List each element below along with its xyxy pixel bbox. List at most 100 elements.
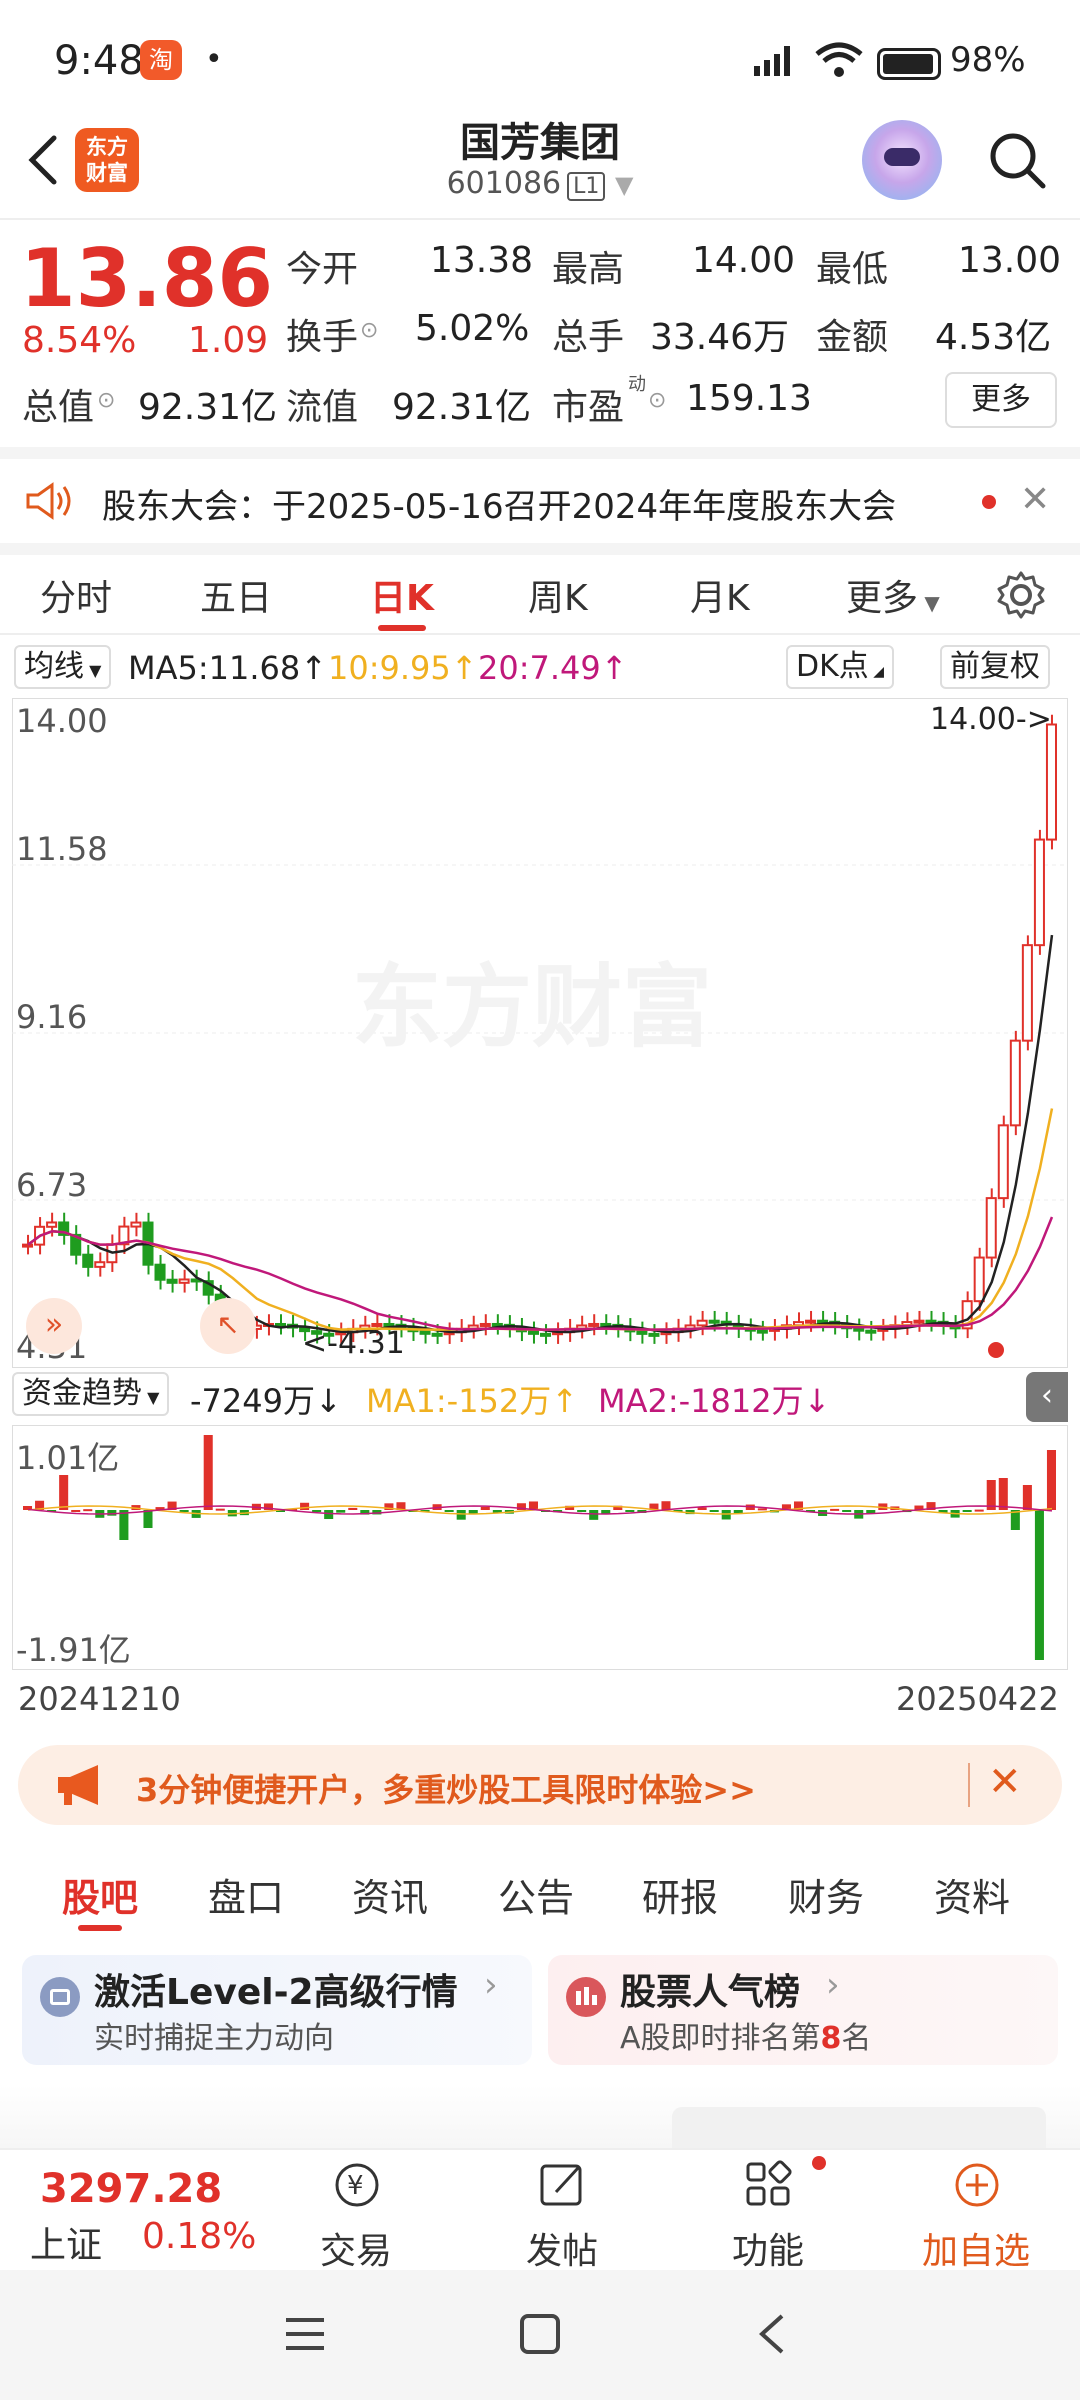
notice-text: 股东大会：于2025-05-16召开2024年年度股东大会 [102,487,897,527]
badge-dot [812,2156,826,2170]
battery-percent: 98% [950,40,1026,80]
candle [431,1332,443,1337]
ma-selector[interactable]: 均线 ▼ [14,645,112,689]
menu-icon[interactable] [282,2314,328,2354]
flow-bar [1046,1450,1056,1510]
sort-toggle[interactable] [672,2107,1046,2148]
candle [985,1197,997,1259]
popularity-card[interactable]: 股票人气榜 › A股即时排名第8名 [548,1955,1058,2065]
tab-profile[interactable]: 资料 [934,1867,1010,1922]
flow-bar [709,1510,719,1512]
flow-bar [974,1509,984,1512]
flow-bar [842,1510,852,1512]
divider [0,447,1080,459]
candle [82,1253,94,1268]
dk-point-selector[interactable]: DK点 ◢ [786,645,894,689]
capital-flow-chart[interactable]: 1.01亿 -1.91亿 [11,1424,1069,1671]
high-label: 最高 [552,249,625,290]
info-icon[interactable]: ⊙ [97,388,115,413]
nav-post[interactable]: 发帖 [492,2150,632,2272]
candle [708,1319,720,1324]
level2-sub: 实时捕捉主力动向 [94,2021,334,2056]
low-value: 13.00 [958,240,1062,281]
candle [154,1263,166,1281]
flow-bar [143,1510,153,1528]
candle [648,1332,660,1337]
promo-text: 3分钟便捷开户，多重炒股工具限时体验>> [136,1771,756,1809]
tab-more[interactable]: 更多 ▼ [846,569,940,621]
flow-selector[interactable]: 资金趋势 ▼ [12,1372,170,1416]
current-price: 13.86 [20,232,274,325]
flow-bar [203,1435,213,1510]
tab-announcement[interactable]: 公告 [498,1867,574,1922]
flow-value-text: -7249万 [190,1382,315,1420]
float-cap-label: 流值 [286,387,359,428]
date-end: 20250422 [896,1680,1059,1718]
tab-five-day[interactable]: 五日 [200,569,272,621]
popularity-rank: 8 [820,2021,842,2056]
nav-post-label: 发帖 [525,2231,598,2272]
amount-value: 4.53亿 [935,317,1052,358]
nav-trade[interactable]: ¥ 交易 [286,2150,426,2272]
tab-news[interactable]: 资讯 [352,1867,428,1922]
flow-bar [83,1509,93,1512]
adjustment-selector[interactable]: 前复权 [940,645,1050,689]
pe-label: 市盈 [552,387,625,428]
grid-icon [746,2160,792,2206]
ma-selector-label: 均线 [24,649,84,684]
more-button[interactable]: 更多 [945,372,1057,428]
unread-dot [982,495,996,509]
quote-panel: 13.86 8.54% 1.09 今开 13.38 最高 14.00 最低 13… [0,222,1080,447]
amount-label: 金额 [816,317,889,358]
search-icon[interactable] [985,128,1049,192]
speaker-icon [26,482,71,520]
collapse-panel-icon[interactable]: ‹ [1026,1372,1068,1422]
index-name: 上证 [30,2225,103,2266]
level2-card[interactable]: 激活Level-2高级行情 › 实时捕捉主力动向 [22,1955,532,2065]
tab-weekly-k[interactable]: 周K [528,569,588,621]
flow-bottom-label: -1.91亿 [16,1631,131,1669]
candle [853,1327,865,1332]
robot-assistant-avatar[interactable] [862,120,942,200]
tab-monthly-k[interactable]: 月K [690,569,750,621]
info-icon[interactable]: ⊙ [360,318,378,343]
event-dot[interactable] [988,1342,1004,1358]
info-icon[interactable]: ⊙ [648,388,666,413]
tab-daily-k[interactable]: 日K [370,569,434,631]
back-nav-icon[interactable] [752,2310,792,2358]
flow-bar [757,1508,767,1511]
tab-intraday[interactable]: 分时 [40,569,112,621]
ma20-value: 20:7.49↑ [478,649,628,687]
bar-chart-icon [566,1977,606,2017]
nav-add-watchlist[interactable]: 加自选 [906,2150,1046,2272]
candle [865,1329,877,1334]
flow-bar [468,1510,478,1514]
tab-finance[interactable]: 财务 [788,1867,864,1922]
flow-ma2: MA2:-1812万↓ [598,1382,831,1420]
home-icon[interactable] [518,2312,562,2356]
nav-function[interactable]: 功能 [698,2150,838,2272]
gear-icon[interactable] [995,569,1047,621]
high-value: 14.00 [692,240,796,281]
flow-bar [119,1510,129,1540]
flow-bar [1022,1485,1032,1510]
notice-bar[interactable]: 股东大会：于2025-05-16召开2024年年度股东大会 ✕ [0,459,1080,543]
candle [1033,838,1045,947]
flow-bar [300,1502,310,1510]
flow-ma2-text: MA2:-1812万 [598,1382,804,1420]
tab-pankou[interactable]: 盘口 [208,1867,284,1922]
double-chevron-right-icon[interactable]: » [26,1298,82,1354]
promo-banner[interactable]: 3分钟便捷开户，多重炒股工具限时体验>> ✕ [18,1745,1062,1825]
tab-more-label: 更多 [846,578,919,619]
tab-research[interactable]: 研报 [642,1867,718,1922]
expand-arrow-icon[interactable]: ↖ [200,1298,256,1354]
tab-guba[interactable]: 股吧 [62,1867,138,1931]
candle [22,1243,34,1248]
kline-chart[interactable]: 东方财富 14.00 11.58 9.16 6.73 4.31 14.00-> … [11,697,1069,1369]
close-icon[interactable]: ✕ [1020,479,1050,520]
candle [1045,723,1058,841]
taobao-icon: 淘 [140,40,182,80]
battery-icon [877,48,941,80]
close-icon[interactable]: ✕ [988,1759,1022,1805]
index-value[interactable]: 3297.28 [40,2166,222,2212]
